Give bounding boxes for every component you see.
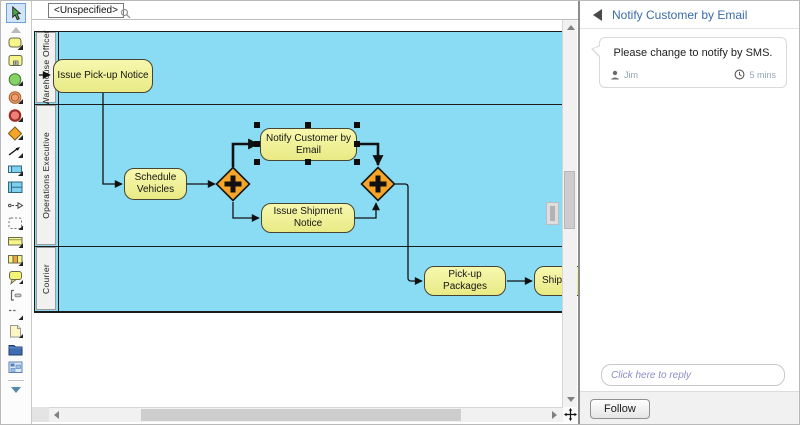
comment-tail-icon — [593, 46, 601, 57]
back-arrow-icon[interactable] — [593, 9, 602, 21]
diagram-tool-palette — [1, 1, 32, 425]
scroll-down-icon[interactable] — [7, 386, 25, 393]
comment-author: Jim — [624, 70, 638, 80]
comments-panel-title: Notify Customer by Email — [612, 8, 747, 22]
diagram-tab-label: <Unspecified> — [54, 5, 118, 16]
scroll-up-icon[interactable] — [7, 26, 25, 33]
pool-top-border — [34, 31, 563, 32]
scrollbar-down-arrow-icon[interactable] — [567, 397, 575, 402]
task-label: Notify Customer by Email — [264, 133, 353, 157]
scrollbar-left-arrow-icon[interactable] — [54, 411, 59, 419]
selection-handle[interactable] — [305, 159, 311, 165]
vertical-scrollbar-thumb[interactable] — [564, 171, 575, 229]
parallel-gateway-2[interactable] — [360, 166, 396, 202]
callout-tool-icon[interactable] — [7, 270, 25, 285]
subprocess-tool-icon[interactable] — [7, 54, 25, 69]
task-label: Issue Shipment Notice — [265, 206, 351, 230]
diagram-tab[interactable]: <Unspecified> — [48, 3, 124, 18]
task-label: Issue Pick-up Notice — [57, 70, 148, 82]
start-event-tool-icon[interactable] — [7, 72, 25, 87]
task-issue-pickup-notice[interactable]: Issue Pick-up Notice — [53, 59, 153, 93]
note-tool-icon[interactable] — [7, 324, 25, 339]
task-notify-customer-by-email[interactable]: Notify Customer by Email — [260, 128, 357, 161]
magnifier-icon[interactable] — [120, 6, 131, 24]
clock-icon — [734, 69, 745, 80]
horizontal-scrollbar-thumb[interactable] — [141, 409, 461, 421]
lane-header-operations-executive[interactable]: Operations Executive — [36, 105, 56, 245]
selection-handle[interactable] — [354, 159, 360, 165]
selection-handle[interactable] — [354, 141, 360, 147]
person-icon — [610, 70, 620, 80]
sub-lane-tool-icon[interactable] — [7, 252, 25, 267]
diagram-tab-bar: <Unspecified> — [32, 1, 578, 20]
group-tool-icon[interactable] — [7, 216, 25, 231]
task-tool-icon[interactable] — [7, 36, 25, 51]
task-label: Schedule Vehicles — [128, 172, 183, 196]
pool-bottom-border — [34, 311, 563, 313]
canvas-scroll-pill[interactable] — [546, 202, 559, 225]
selection-handle[interactable] — [254, 159, 260, 165]
package-tool-icon[interactable] — [7, 342, 25, 357]
toolbar-divider — [8, 380, 24, 381]
task-pickup-packages[interactable]: Pick-up Packages — [424, 266, 506, 296]
selection-handle[interactable] — [305, 122, 311, 128]
scrollbar-right-arrow-icon[interactable] — [552, 411, 557, 419]
task-schedule-vehicles[interactable]: Schedule Vehicles — [124, 168, 187, 200]
intermediate-event-tool-icon[interactable] — [7, 90, 25, 105]
lane-divider — [34, 246, 563, 247]
gateway-tool-icon[interactable] — [7, 126, 25, 141]
selection-handle[interactable] — [254, 141, 260, 147]
end-event-tool-icon[interactable] — [7, 108, 25, 123]
lane-header-courier[interactable]: Courier — [36, 247, 56, 310]
parallel-gateway-1[interactable] — [215, 166, 251, 202]
generic-connector-tool-icon[interactable] — [7, 306, 25, 321]
lane-tool-icon[interactable] — [7, 234, 25, 249]
lane-divider — [34, 104, 563, 105]
pointer-tool-icon[interactable] — [6, 3, 26, 23]
comments-panel-header: Notify Customer by Email — [580, 1, 800, 29]
sequence-flow-tool-icon[interactable] — [7, 144, 25, 159]
comment-time: 5 mins — [749, 70, 776, 80]
task-issue-shipment-notice[interactable]: Issue Shipment Notice — [261, 203, 355, 233]
lane-label: Courier — [41, 264, 51, 294]
comment-message: Please change to notify by SMS. — [610, 47, 776, 59]
message-flow-tool-icon[interactable] — [7, 198, 25, 213]
lane-label: Operations Executive — [41, 132, 51, 219]
scrollbar-corner — [32, 407, 49, 422]
comment-card: Please change to notify by SMS. Jim 5 mi… — [599, 37, 787, 88]
pan-diagram-button[interactable] — [563, 407, 578, 422]
selection-handle[interactable] — [254, 122, 260, 128]
anchor-tool-icon[interactable] — [7, 288, 25, 303]
application-window: <Unspecified> Warehouse Officer Operatio… — [0, 0, 800, 425]
comments-panel-footer: Follow — [580, 391, 800, 425]
comments-panel: Notify Customer by Email Please change t… — [578, 1, 800, 425]
model-diagram-tool-icon[interactable] — [7, 360, 25, 375]
pool-left-border — [34, 31, 35, 313]
selection-handle[interactable] — [354, 122, 360, 128]
pool-lanes-tool-icon[interactable] — [7, 180, 25, 195]
pool-tool-icon[interactable] — [7, 162, 25, 177]
lane-label: Warehouse Officer — [41, 30, 51, 106]
task-label: Pick-up Packages — [428, 269, 502, 293]
scrollbar-up-arrow-icon[interactable] — [567, 25, 575, 30]
follow-button[interactable]: Follow — [590, 399, 650, 419]
reply-input[interactable] — [601, 364, 785, 386]
